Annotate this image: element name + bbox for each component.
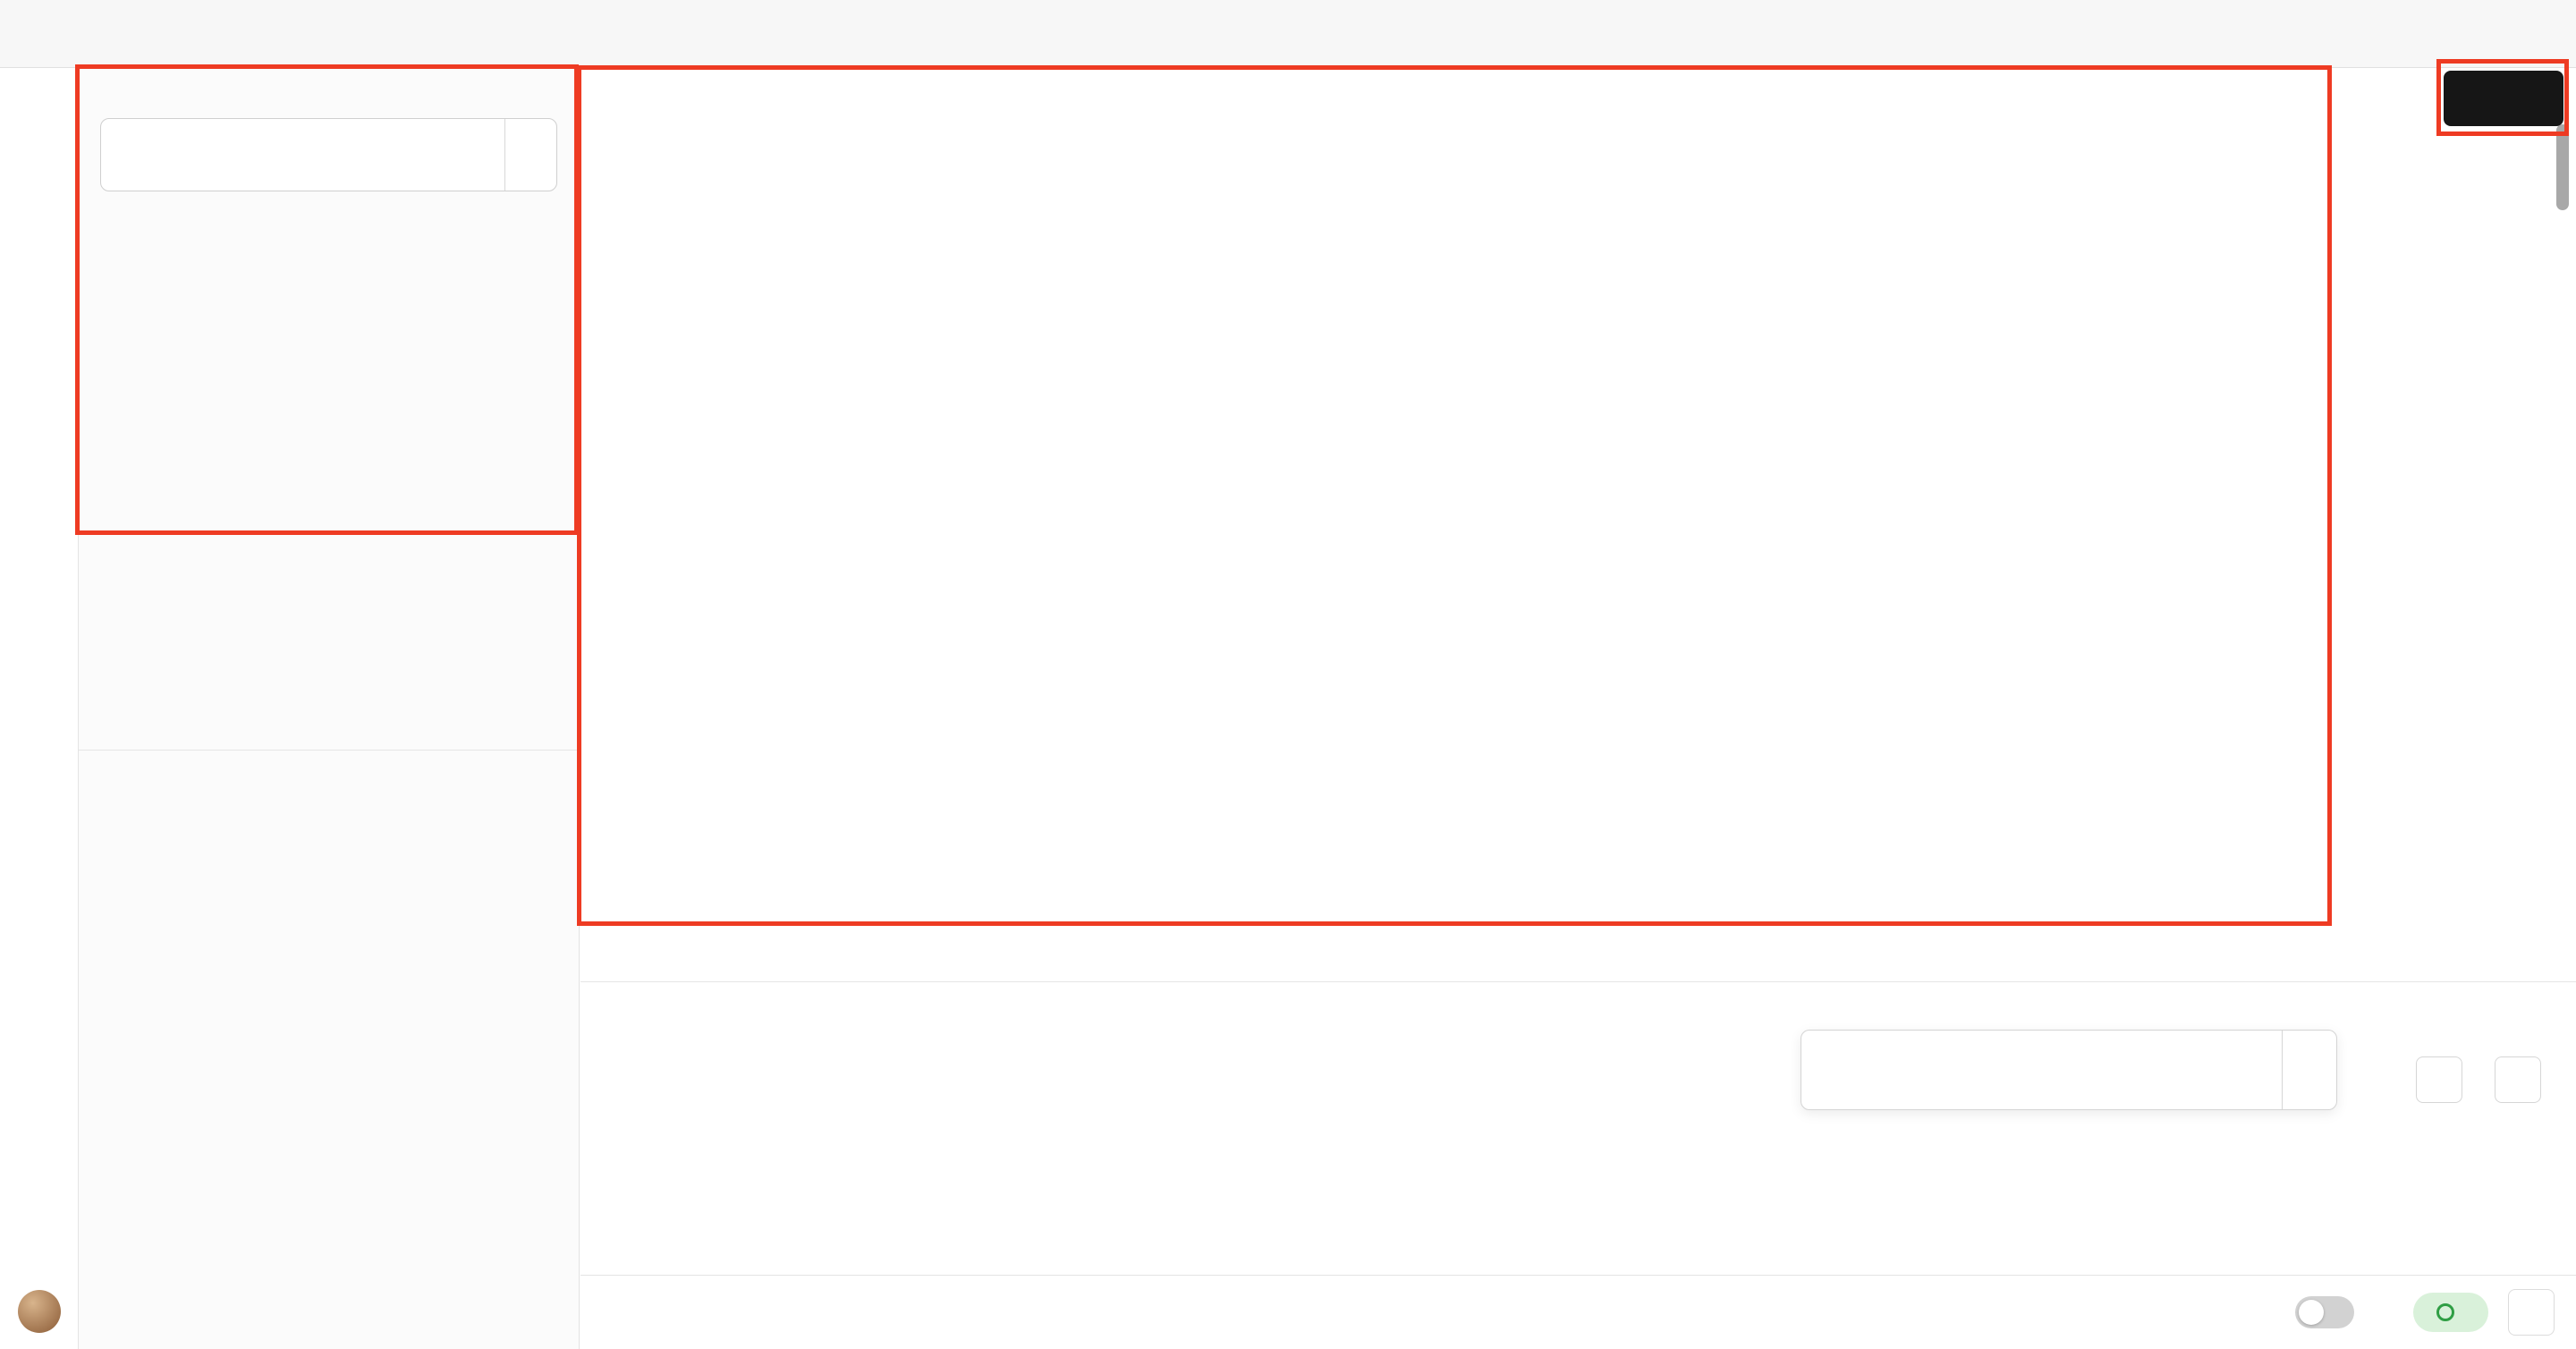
top-bar — [0, 0, 2576, 68]
save-button[interactable] — [2444, 71, 2563, 126]
update-graph-button[interactable] — [2282, 1031, 2336, 1109]
dbt-cloud-ide — [0, 0, 2576, 1349]
editor-scrollbar[interactable] — [2556, 124, 2569, 210]
lineage-refresh-button[interactable] — [2495, 1056, 2541, 1103]
dbt-logo[interactable] — [0, 0, 79, 68]
file-explorer-section — [79, 750, 579, 1349]
status-more-button[interactable] — [2508, 1289, 2555, 1336]
lineage-selector-input[interactable] — [1801, 1031, 2282, 1109]
bottom-panel-bar — [580, 921, 2576, 982]
user-avatar[interactable] — [18, 1290, 61, 1333]
create-pull-request-button[interactable] — [100, 118, 557, 191]
defer-toggle[interactable] — [2295, 1296, 2354, 1328]
topbar-actions — [2465, 0, 2556, 68]
pr-button-dropdown[interactable] — [504, 119, 556, 191]
status-bar — [580, 1275, 2576, 1349]
compile-code-button[interactable] — [625, 945, 640, 959]
bottom-toolbar — [602, 945, 725, 959]
preview-table-button[interactable] — [602, 945, 616, 959]
left-icon-rail — [0, 68, 79, 1349]
format-button[interactable] — [648, 945, 668, 959]
status-bar-right — [2295, 1289, 2555, 1336]
lineage-edges — [580, 983, 2576, 1275]
toggle-knob — [2299, 1300, 2324, 1325]
ready-status-badge[interactable] — [2413, 1293, 2488, 1332]
pr-button-main[interactable] — [101, 119, 504, 191]
lineage-canvas[interactable] — [580, 983, 2576, 1275]
lint-button[interactable] — [677, 945, 697, 959]
ready-ring-icon — [2436, 1303, 2454, 1321]
bottom-panel — [580, 921, 2576, 1349]
version-control-section — [79, 68, 579, 215]
fix-button[interactable] — [706, 945, 725, 959]
lineage-node-selector — [1801, 1030, 2337, 1110]
side-panel — [79, 68, 580, 1349]
code-editor — [580, 69, 2576, 921]
lineage-fullscreen-button[interactable] — [2416, 1056, 2462, 1103]
